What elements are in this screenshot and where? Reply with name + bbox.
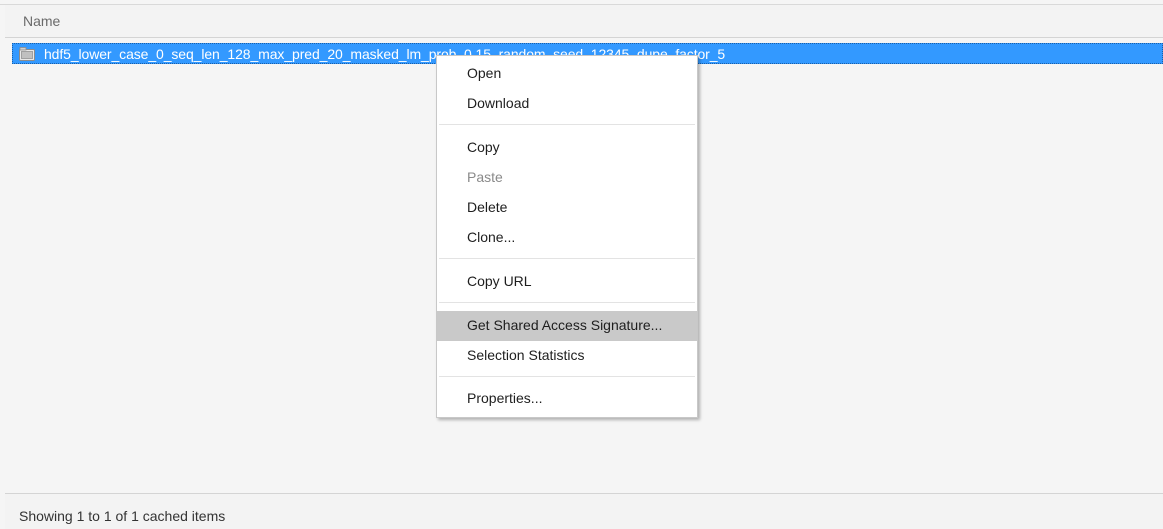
status-text: Showing 1 to 1 of 1 cached items [19,508,226,524]
menu-item-delete-label: Delete [467,199,508,215]
menu-separator [439,376,695,377]
folder-icon [19,47,35,61]
menu-separator [439,302,695,303]
menu-item-selection-statistics[interactable]: Selection Statistics [437,341,697,371]
name-column-header[interactable]: Name [23,13,60,29]
menu-item-properties-label: Properties... [467,390,543,406]
menu-item-get-sas-label: Get Shared Access Signature... [467,317,663,333]
menu-item-paste: Paste [437,163,697,193]
menu-item-delete[interactable]: Delete [437,193,697,223]
menu-item-open-label: Open [467,65,502,81]
context-menu: Open Download Copy Paste Delete Clone...… [436,55,698,418]
menu-item-copy-label: Copy [467,139,500,155]
menu-item-copy[interactable]: Copy [437,133,697,163]
menu-item-clone[interactable]: Clone... [437,223,697,253]
menu-item-open[interactable]: Open [437,59,697,89]
menu-item-paste-label: Paste [467,169,503,185]
status-bar: Showing 1 to 1 of 1 cached items [5,493,1163,529]
menu-separator [439,258,695,259]
column-header: Name [5,5,1163,38]
menu-item-clone-label: Clone... [467,229,516,245]
menu-item-download[interactable]: Download [437,89,697,119]
menu-item-get-shared-access-signature[interactable]: Get Shared Access Signature... [437,311,697,341]
menu-item-download-label: Download [467,95,530,111]
menu-item-copy-url[interactable]: Copy URL [437,267,697,297]
menu-item-selection-statistics-label: Selection Statistics [467,347,585,363]
menu-item-copy-url-label: Copy URL [467,273,532,289]
storage-explorer-pane: Name hdf5_lower_case_0_seq_len_128_max_p… [0,0,1163,529]
menu-item-properties[interactable]: Properties... [437,384,697,414]
menu-separator [439,124,695,125]
